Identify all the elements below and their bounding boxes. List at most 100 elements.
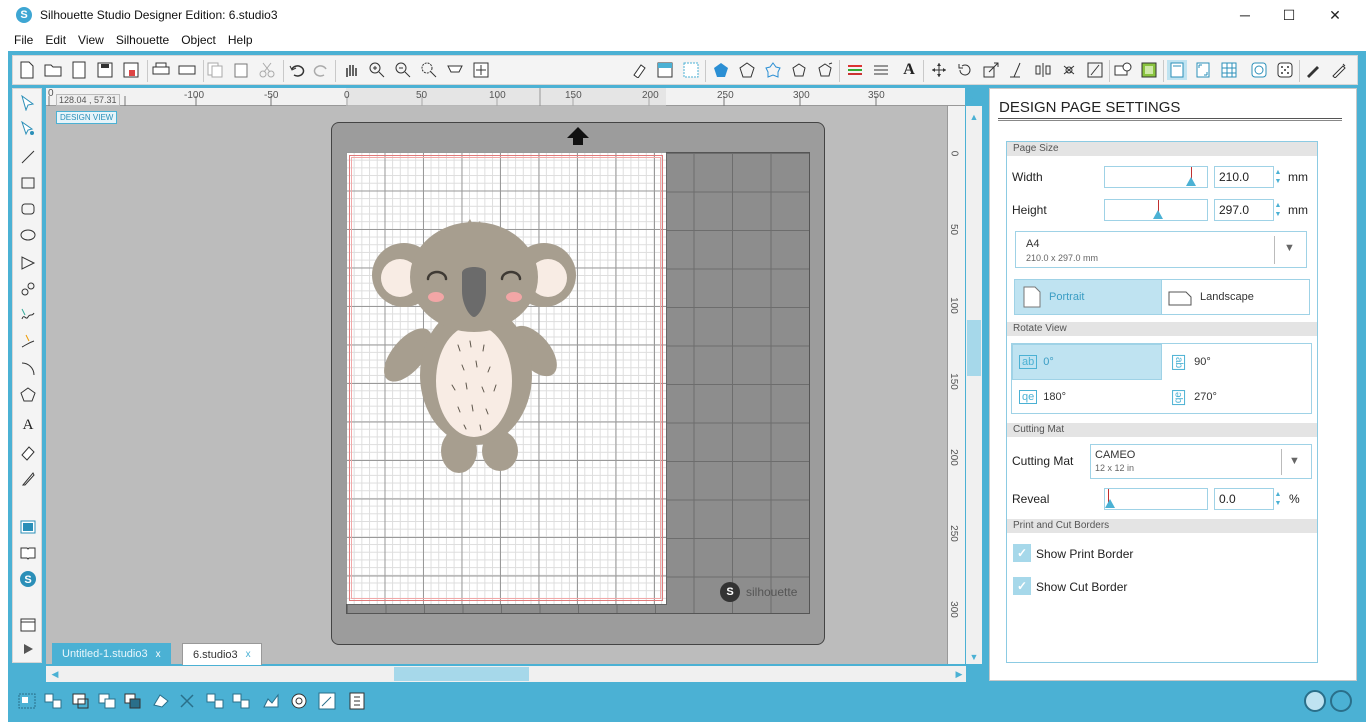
cut-icon[interactable] (257, 60, 277, 80)
open-folder-icon[interactable] (43, 60, 63, 80)
point-edit-icon[interactable] (1139, 60, 1159, 80)
tab-6-studio3[interactable]: 6.studio3 x (182, 643, 262, 665)
page-send-icon[interactable] (346, 690, 368, 712)
trace-icon[interactable] (815, 60, 835, 80)
scale-icon[interactable] (981, 60, 1001, 80)
collapse-panel-icon[interactable]: » (966, 90, 974, 106)
send-view-icon[interactable] (17, 614, 39, 636)
vertical-scrollbar[interactable] (966, 106, 982, 664)
width-spinner[interactable]: ▲ ▼ (1273, 166, 1283, 188)
new-file-icon[interactable] (17, 60, 37, 80)
arc-tool-icon[interactable] (17, 358, 39, 380)
rotate-0-button[interactable]: ab 0° (1012, 344, 1162, 380)
undo-icon[interactable] (287, 60, 307, 80)
shadow-icon[interactable] (763, 60, 783, 80)
curve-tool-icon[interactable] (17, 278, 39, 300)
page-setup-tab-icon[interactable] (1167, 60, 1187, 80)
pan-hand-icon[interactable] (341, 60, 361, 80)
knife-tool-icon[interactable] (17, 468, 39, 490)
pixscan-icon[interactable] (1275, 60, 1295, 80)
text-style-icon[interactable]: A (899, 60, 919, 80)
zoom-drag-icon[interactable] (445, 60, 465, 80)
line-style-icon[interactable] (871, 60, 891, 80)
menu-edit[interactable]: Edit (39, 33, 72, 47)
menu-view[interactable]: View (72, 33, 110, 47)
show-print-border-checkbox[interactable]: ✓ (1013, 544, 1031, 562)
cutting-mat-dropdown[interactable]: CAMEO 12 x 12 in ▼ (1090, 444, 1312, 479)
edit-points-tool-icon[interactable] (17, 118, 39, 140)
horizontal-scroll-thumb[interactable] (394, 667, 529, 681)
duplicate-icon[interactable] (204, 690, 226, 712)
regular-polygon-tool-icon[interactable] (17, 384, 39, 406)
redo-icon[interactable] (311, 60, 331, 80)
tab-close-icon[interactable]: x (246, 649, 251, 660)
group-icon[interactable] (16, 690, 38, 712)
modify-icon[interactable] (1085, 60, 1105, 80)
width-slider[interactable] (1104, 166, 1208, 188)
zoom-select-icon[interactable] (419, 60, 439, 80)
knife-icon[interactable] (1113, 60, 1133, 80)
scroll-up-icon[interactable]: ▲ (967, 110, 981, 124)
maximize-button[interactable]: ☐ (1266, 0, 1312, 30)
line-tool-icon[interactable] (17, 146, 39, 168)
rectangle-tool-icon[interactable] (17, 172, 39, 194)
line-color-icon[interactable] (845, 60, 865, 80)
zoom-out-icon[interactable] (393, 60, 413, 80)
library-view-icon[interactable] (17, 542, 39, 564)
trace-target-icon[interactable] (288, 690, 310, 712)
ungroup-icon[interactable] (42, 690, 64, 712)
shear-icon[interactable] (1007, 60, 1027, 80)
cut-settings-icon[interactable] (1249, 60, 1269, 80)
pentagon-outline-icon[interactable] (737, 60, 757, 80)
library-icon[interactable] (69, 60, 89, 80)
paste-icon[interactable] (231, 60, 251, 80)
scroll-right-icon[interactable]: ▶ (952, 667, 966, 681)
pattern-panel-icon[interactable] (681, 60, 701, 80)
store-icon[interactable]: S (17, 568, 39, 590)
menu-silhouette[interactable]: Silhouette (110, 33, 175, 47)
replicate-icon[interactable] (1059, 60, 1079, 80)
expand-play-icon[interactable] (17, 638, 39, 660)
delete-icon[interactable] (176, 690, 198, 712)
rotate-icon[interactable] (955, 60, 975, 80)
rotate-270-button[interactable]: qe 270° (1162, 379, 1312, 415)
freehand-tool-icon[interactable] (17, 304, 39, 326)
fit-to-page-icon[interactable] (471, 60, 491, 80)
eraser-tool-icon[interactable] (17, 442, 39, 464)
print-icon[interactable] (151, 60, 171, 80)
clear-icon[interactable] (629, 60, 649, 80)
landscape-button[interactable]: Landscape (1161, 279, 1310, 315)
select-tool-icon[interactable] (17, 92, 39, 114)
copy-icon[interactable] (205, 60, 225, 80)
width-input[interactable]: 210.0 (1214, 166, 1274, 188)
zoom-in-icon[interactable] (367, 60, 387, 80)
tab-untitled-1[interactable]: Untitled-1.studio3 x (52, 643, 171, 665)
save-to-library-icon[interactable] (121, 60, 141, 80)
polygon-tool-icon[interactable] (17, 252, 39, 274)
weld-icon[interactable] (150, 690, 172, 712)
offset-icon[interactable] (789, 60, 809, 80)
reveal-spinner[interactable]: ▲ ▼ (1273, 488, 1283, 510)
pentagon-fill-icon[interactable] (711, 60, 731, 80)
sync-icon[interactable] (1330, 690, 1352, 712)
menu-file[interactable]: File (8, 33, 39, 47)
vertical-scroll-thumb[interactable] (967, 320, 981, 376)
release-compound-icon[interactable] (96, 690, 118, 712)
send-to-silhouette-icon[interactable] (177, 60, 197, 80)
registration-icon[interactable] (1193, 60, 1213, 80)
offset-shape-icon[interactable] (260, 690, 282, 712)
design-view-icon[interactable] (17, 516, 39, 538)
menu-help[interactable]: Help (222, 33, 259, 47)
sketch-pen-icon[interactable] (316, 690, 338, 712)
koala-design[interactable] (366, 215, 581, 480)
grid-settings-icon[interactable] (1219, 60, 1239, 80)
reveal-slider[interactable] (1104, 488, 1208, 510)
tab-close-icon[interactable]: x (156, 649, 161, 660)
compound-path-icon[interactable] (70, 690, 92, 712)
sketch-icon[interactable] (1303, 60, 1323, 80)
rounded-rectangle-tool-icon[interactable] (17, 198, 39, 220)
align-icon[interactable] (1033, 60, 1053, 80)
rotate-180-button[interactable]: qe 180° (1012, 379, 1162, 415)
bring-front-icon[interactable] (122, 690, 144, 712)
show-cut-border-checkbox[interactable]: ✓ (1013, 577, 1031, 595)
